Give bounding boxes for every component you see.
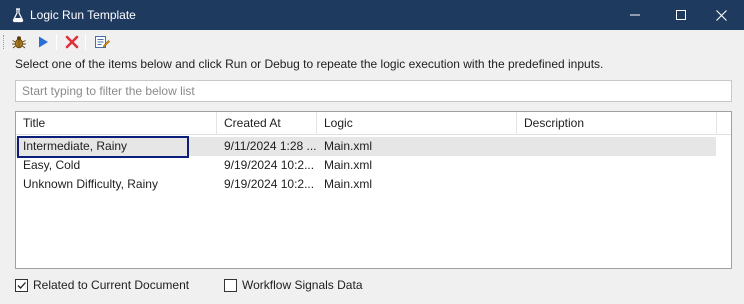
toolbar <box>0 30 744 54</box>
table-row[interactable]: Unknown Difficulty, Rainy 9/19/2024 10:2… <box>16 175 716 194</box>
checkbox-label: Workflow Signals Data <box>242 278 363 292</box>
column-header-title[interactable]: Title <box>16 112 217 135</box>
column-header-description[interactable]: Description <box>517 112 717 135</box>
list-header: Title Created At Logic Description <box>16 112 731 135</box>
delete-button[interactable] <box>63 33 81 51</box>
row-title: Unknown Difficulty, Rainy <box>23 177 158 191</box>
close-icon <box>715 9 727 21</box>
template-list[interactable]: Title Created At Logic Description Inter… <box>15 111 732 269</box>
row-created-at: 9/11/2024 1:28 ... <box>224 139 317 153</box>
column-header-created-at[interactable]: Created At <box>217 112 317 135</box>
row-logic: Main.xml <box>324 158 373 172</box>
row-description <box>517 137 717 156</box>
toolbar-separator <box>56 34 57 50</box>
close-button[interactable] <box>698 0 744 30</box>
column-header-logic[interactable]: Logic <box>317 112 517 135</box>
focus-highlight <box>17 136 189 158</box>
checkbox-box[interactable] <box>15 278 28 292</box>
workflow-signals-data-checkbox[interactable]: Workflow Signals Data <box>224 277 363 293</box>
edit-button[interactable] <box>93 33 111 51</box>
table-row[interactable]: Easy, Cold 9/19/2024 10:2... Main.xml <box>16 156 716 175</box>
checkbox-box[interactable] <box>224 278 237 292</box>
related-to-current-document-checkbox[interactable]: Related to Current Document <box>15 277 189 293</box>
bug-icon <box>12 36 26 49</box>
checkmark-icon <box>17 281 26 289</box>
maximize-icon <box>676 10 686 20</box>
edit-icon <box>95 36 110 49</box>
flask-icon <box>10 7 26 23</box>
minimize-button[interactable] <box>612 0 658 30</box>
title-bar: Logic Run Template <box>0 0 744 30</box>
filter-input[interactable] <box>15 80 732 102</box>
checkbox-label: Related to Current Document <box>33 278 190 292</box>
play-icon <box>39 36 48 48</box>
toolbar-grip[interactable] <box>3 35 6 49</box>
row-logic: Main.xml <box>324 139 373 153</box>
row-description <box>517 156 717 175</box>
debug-button[interactable] <box>10 33 28 51</box>
window-title: Logic Run Template <box>30 8 136 22</box>
row-logic: Main.xml <box>324 177 373 191</box>
row-title: Easy, Cold <box>23 158 81 172</box>
row-created-at: 9/19/2024 10:2... <box>224 158 315 172</box>
row-created-at: 9/19/2024 10:2... <box>224 177 315 191</box>
row-description <box>517 175 717 194</box>
delete-icon <box>65 35 79 49</box>
instruction-text: Select one of the items below and click … <box>15 57 604 71</box>
run-button[interactable] <box>34 33 52 51</box>
minimize-icon <box>630 14 640 16</box>
toolbar-separator <box>85 34 86 50</box>
